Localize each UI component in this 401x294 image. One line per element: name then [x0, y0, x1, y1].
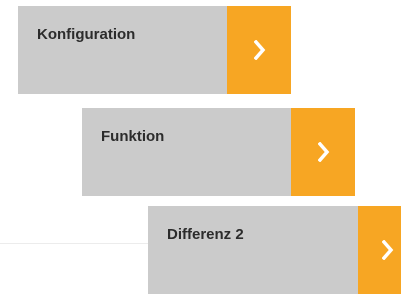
nav-tile-label: Differenz 2 — [167, 226, 244, 243]
nav-arrow-button[interactable] — [227, 6, 291, 94]
nav-tile-funktion[interactable]: Funktion — [82, 108, 355, 196]
chevron-right-icon — [382, 240, 394, 260]
nav-arrow-button[interactable] — [291, 108, 355, 196]
chevron-right-icon — [318, 142, 330, 162]
chevron-right-icon — [254, 40, 266, 60]
nav-tile-differenz-2[interactable]: Differenz 2 — [148, 206, 401, 294]
nav-tile-konfiguration[interactable]: Konfiguration — [18, 6, 291, 94]
nav-tile-label: Funktion — [101, 128, 165, 145]
nav-tile-label: Konfiguration — [37, 26, 136, 43]
nav-arrow-button[interactable] — [358, 206, 401, 294]
